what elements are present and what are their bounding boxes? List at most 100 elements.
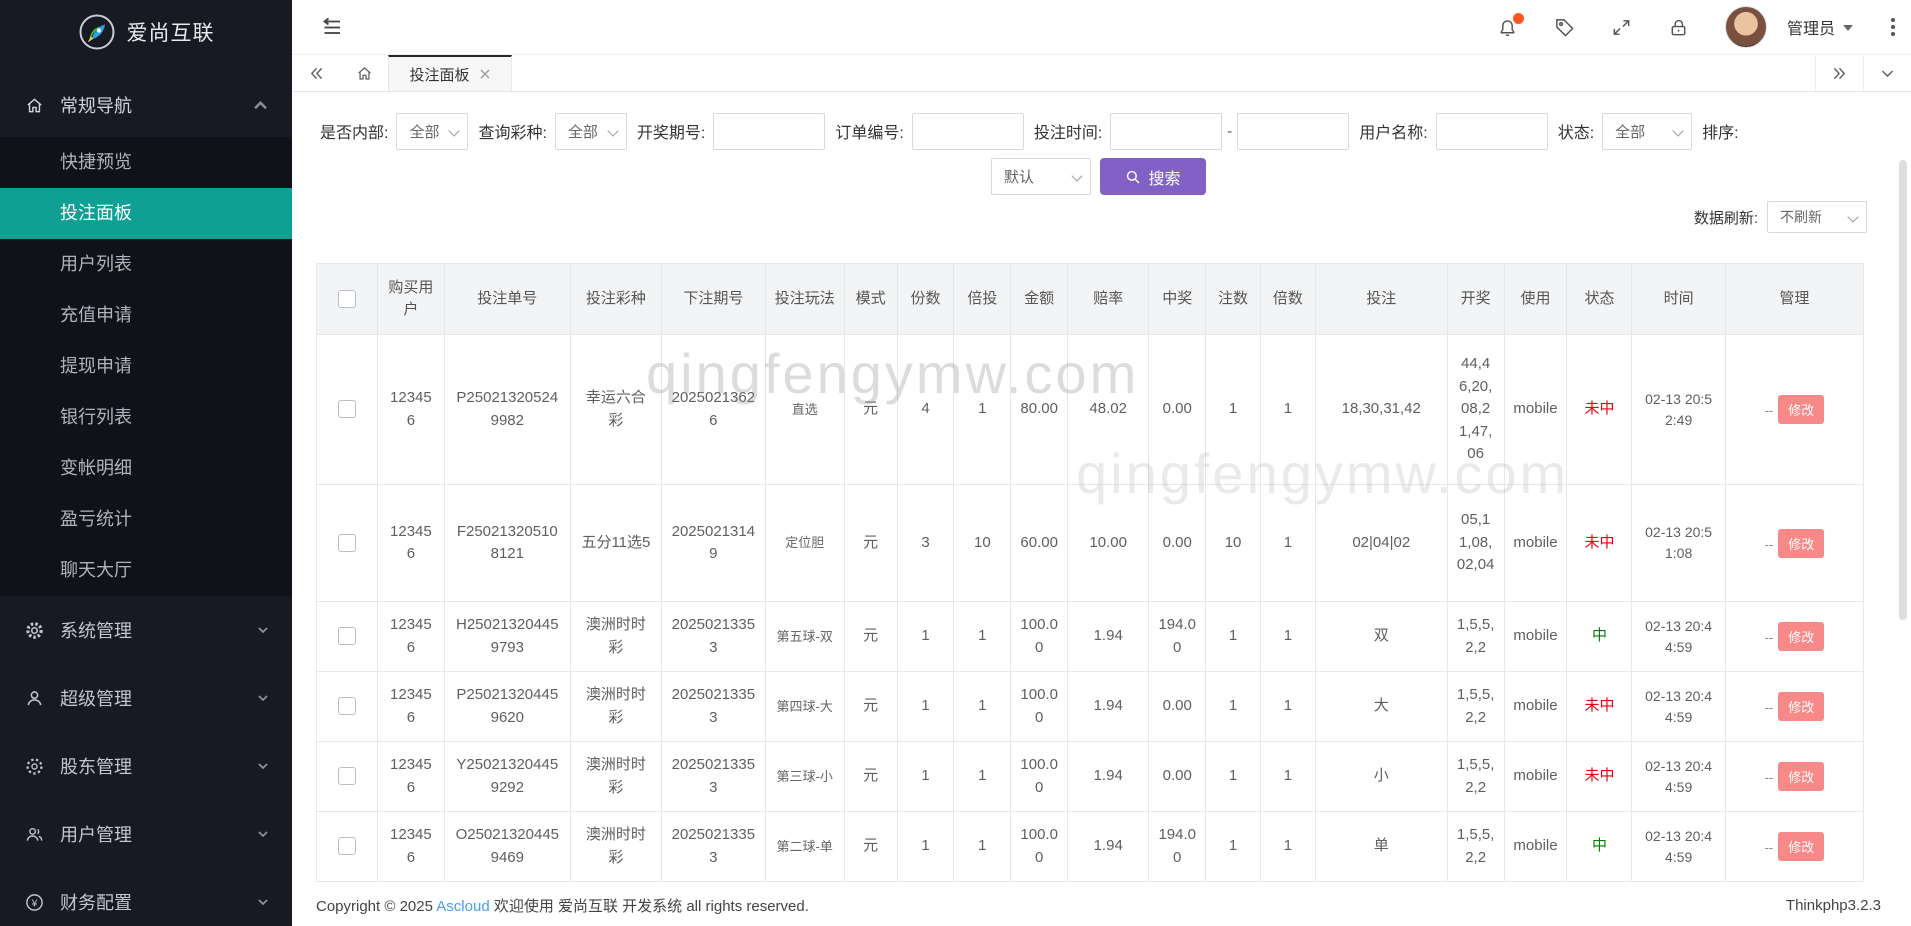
col-header: 下注期号 [661, 263, 766, 335]
cell-shares: 1 [896, 671, 955, 742]
cell-bet-count: 1 [1205, 811, 1261, 882]
sidebar-subitem[interactable]: 银行列表 [0, 392, 292, 443]
bets-table-container: 购买用户 投注单号 投注彩种 下注期号 投注玩法 模式 份数 倍投 金额 赔率 … [316, 263, 1881, 882]
user-avatar[interactable] [1724, 6, 1767, 48]
sidebar-group-label: 系统管理 [60, 621, 132, 641]
col-header: 注数 [1205, 263, 1261, 335]
more-options-icon[interactable] [1889, 16, 1897, 38]
sort-select[interactable]: 默认 [991, 158, 1091, 195]
row-checkbox[interactable] [337, 533, 356, 552]
fullscreen-icon[interactable] [1611, 17, 1632, 38]
tag-icon[interactable] [1554, 17, 1575, 38]
cell-manage: -- 修改 [1724, 811, 1865, 882]
sidebar-item-finance-config[interactable]: ¥ 财务配置 [0, 868, 292, 926]
cell-multiple: 1 [1259, 811, 1316, 882]
cell-manage: -- 修改 [1724, 741, 1865, 812]
modify-button[interactable]: 修改 [1778, 832, 1825, 861]
sidebar-subitem[interactable]: 盈亏统计 [0, 494, 292, 545]
sidebar-subitem-label: 充值申请 [60, 305, 132, 325]
chevron-down-icon [258, 695, 268, 702]
lottery-select[interactable]: 全部 [554, 112, 627, 150]
sidebar-subitem[interactable]: 变帐明细 [0, 443, 292, 494]
cell-order-no: Y250213204459292 [443, 741, 571, 812]
manage-dash: -- [1764, 770, 1774, 785]
username-input[interactable] [1435, 112, 1548, 150]
row-checkbox[interactable] [337, 767, 356, 786]
col-header: 份数 [896, 263, 955, 335]
modify-button[interactable]: 修改 [1778, 762, 1825, 791]
scroll-tabs-left-button[interactable] [292, 55, 340, 91]
tab-betting-panel[interactable]: 投注面板 [388, 55, 512, 91]
modify-button[interactable]: 修改 [1778, 622, 1825, 651]
bet-time-from-input[interactable] [1110, 112, 1223, 150]
sidebar-item-shareholder-management[interactable]: 股东管理 [0, 732, 292, 800]
sidebar-subitem-label: 变帐明细 [60, 458, 132, 478]
cell-play-type: 第三球-小 [764, 741, 845, 812]
row-checkbox[interactable] [337, 627, 356, 646]
modify-button[interactable]: 修改 [1778, 528, 1825, 558]
internal-select-value: 全部 [409, 123, 440, 141]
app-logo[interactable]: 爱尚互联 [0, 0, 292, 64]
row-checkbox[interactable] [337, 697, 356, 716]
draw-period-input[interactable] [713, 112, 826, 150]
cell-bet-count: 1 [1205, 671, 1261, 742]
sidebar-item-super-management[interactable]: 超级管理 [0, 664, 292, 732]
cell-manage: -- 修改 [1724, 484, 1865, 602]
bets-table: 购买用户 投注单号 投注彩种 下注期号 投注玩法 模式 份数 倍投 金额 赔率 … [316, 263, 1865, 882]
sidebar-item-normal-nav[interactable]: 常规导航 [0, 82, 292, 128]
cell-user: 123456 [376, 671, 445, 742]
close-icon[interactable] [479, 68, 491, 80]
sidebar-subitem[interactable]: 提现申请 [0, 341, 292, 392]
cell-bet-count: 10 [1205, 484, 1261, 602]
cell-multiple: 1 [1259, 741, 1316, 812]
row-checkbox[interactable] [337, 837, 356, 856]
sidebar-subitem[interactable]: 聊天大厅 [0, 545, 292, 596]
lock-icon[interactable] [1668, 17, 1689, 38]
user-menu[interactable]: 管理员 [1787, 15, 1853, 39]
cell-status: 未中 [1566, 741, 1633, 812]
col-header: 投注 [1314, 263, 1448, 335]
cell-play-type: 直选 [764, 334, 845, 485]
modify-button[interactable]: 修改 [1778, 692, 1825, 721]
row-select-cell [316, 484, 378, 602]
sidebar-subitem-label: 用户列表 [60, 254, 132, 274]
sidebar-collapse-icon[interactable] [320, 15, 344, 39]
bet-time-to-input[interactable] [1237, 112, 1350, 150]
notifications-button[interactable] [1497, 12, 1524, 38]
sidebar: 爱尚互联 常规导航 快捷预览 投注面板 用户列表 充值申请 提现申请 银行列表 … [0, 0, 292, 926]
select-all-checkbox[interactable] [337, 289, 356, 308]
refresh-select[interactable]: 不刷新 [1767, 201, 1867, 233]
tab-options-button[interactable] [1863, 55, 1911, 91]
internal-select[interactable]: 全部 [396, 112, 469, 150]
sidebar-item-system-management[interactable]: 系统管理 [0, 596, 292, 664]
col-header: 模式 [843, 263, 898, 335]
cell-bet-multiplier: 1 [953, 671, 1012, 742]
search-button[interactable]: 搜索 [1100, 158, 1206, 195]
col-header: 倍数 [1259, 263, 1316, 335]
status-select[interactable]: 全部 [1602, 112, 1693, 150]
row-select-cell [316, 741, 378, 812]
sidebar-item-user-management[interactable]: 用户管理 [0, 800, 292, 868]
order-no-input[interactable] [911, 112, 1024, 150]
sidebar-subitem[interactable]: 充值申请 [0, 290, 292, 341]
sidebar-subitem[interactable]: 用户列表 [0, 239, 292, 290]
scroll-tabs-right-button[interactable] [1815, 55, 1863, 91]
cell-time: 02-13 20:44:59 [1631, 601, 1726, 672]
modify-button[interactable]: 修改 [1778, 395, 1825, 424]
sidebar-subitem[interactable]: 快捷预览 [0, 137, 292, 188]
row-checkbox[interactable] [337, 400, 356, 419]
tab-home-button[interactable] [340, 55, 388, 91]
cell-order-no: F250213205108121 [443, 484, 571, 602]
topbar-actions: 管理员 [1497, 6, 1897, 48]
cell-win-amount: 194.00 [1148, 601, 1207, 672]
vertical-scrollbar[interactable] [1899, 160, 1907, 620]
search-button-label: 搜索 [1148, 170, 1181, 188]
manage-dash: -- [1764, 840, 1774, 855]
sidebar-subitem[interactable]: 投注面板 [0, 188, 292, 239]
cell-status: 中 [1566, 811, 1633, 882]
ascloud-link[interactable]: Ascloud [436, 898, 489, 915]
cell-mode: 元 [843, 601, 898, 672]
cell-win-amount: 194.00 [1148, 811, 1207, 882]
chevron-down-icon [1881, 69, 1894, 77]
sidebar-group-label: 超级管理 [60, 689, 132, 709]
